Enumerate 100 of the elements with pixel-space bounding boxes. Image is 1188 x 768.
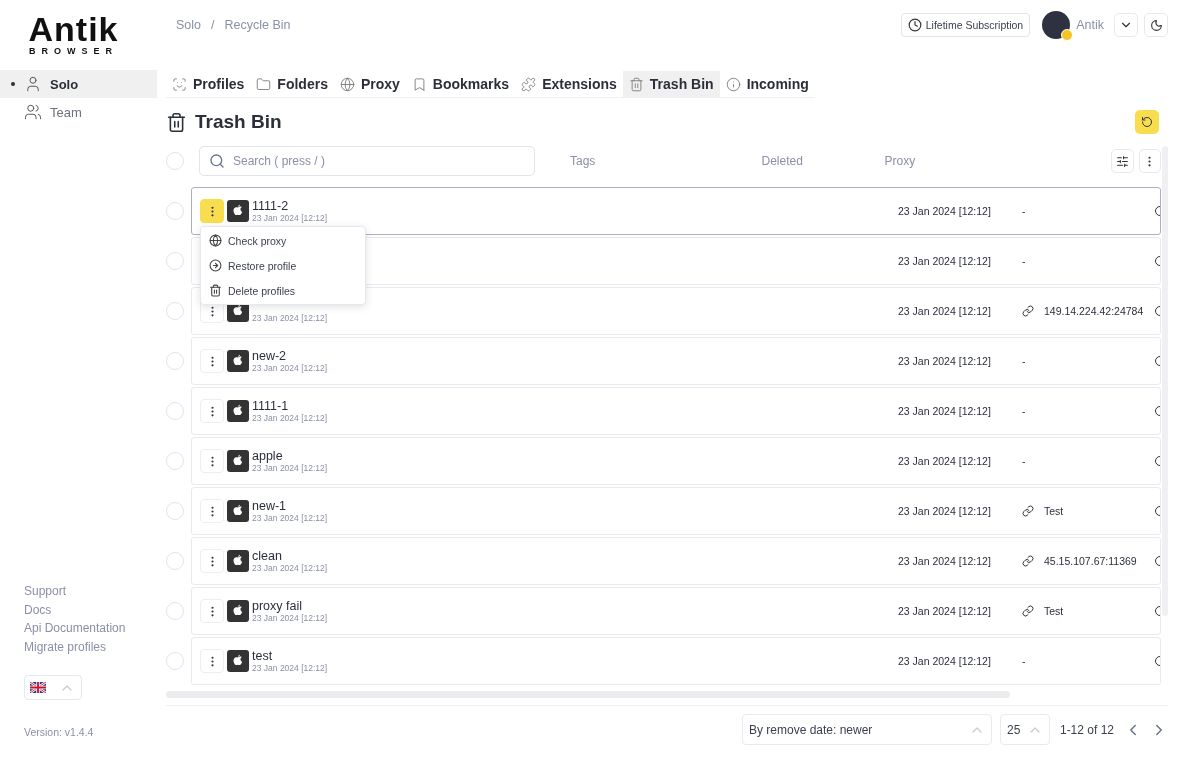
apple-icon — [227, 650, 249, 672]
tab[interactable]: Bookmarks — [405, 71, 516, 98]
profile-name: new-1 — [252, 498, 288, 513]
profile-date: 23 Jan 2024 [12:12] — [252, 562, 328, 574]
row-menu-button[interactable] — [200, 549, 224, 573]
trash-icon — [209, 284, 222, 297]
profile-name: test — [252, 648, 274, 663]
apple-icon — [227, 400, 249, 422]
apple-icon — [227, 350, 249, 372]
profile-date: 23 Jan 2024 [12:12] — [252, 462, 328, 474]
row-menu-button[interactable] — [200, 349, 224, 373]
table-cell: Test — [1044, 505, 1064, 517]
profile-date: 23 Jan 2024 [12:12] — [252, 312, 328, 324]
trash-icon — [628, 76, 644, 92]
table-cell-text: 23 Jan 2024 [12:12] — [898, 555, 992, 567]
sidebar-item[interactable]: Solo — [0, 70, 157, 98]
row-menu-button[interactable] — [200, 199, 224, 223]
bookmark-icon — [411, 76, 427, 92]
sort-select[interactable]: By remove date: newer — [741, 714, 992, 745]
table-cell: - — [1022, 355, 1026, 367]
table-cell-text: 23 Jan 2024 [12:12] — [898, 305, 992, 317]
table-cell-text: 23 Jan 2024 [12:12] — [898, 655, 992, 667]
tab[interactable]: Trash Bin — [622, 71, 720, 98]
dropdown-button[interactable] — [1114, 13, 1138, 37]
table-cell-text: 23 Jan 2024 [12:12] — [898, 205, 992, 217]
search-field[interactable]: Search ( press / ) — [199, 146, 535, 176]
profile-row[interactable]: test 23 Jan 2024 [12:12] 23 Jan 2024 [12:12] - — [191, 637, 1161, 685]
row-menu-button[interactable] — [200, 599, 224, 623]
profile-row[interactable]: 1111-2 23 Jan 2024 [12:12] 23 Jan 2024 [12:12] - — [191, 187, 1161, 235]
language-select[interactable] — [24, 675, 82, 700]
apple-icon — [227, 550, 249, 572]
moon-icon — [1149, 18, 1163, 32]
subscription-button[interactable]: Lifetime Subscription — [900, 13, 1031, 37]
profile-row[interactable]: apple 23 Jan 2024 [12:12] 23 Jan 2024 [12:12] - — [191, 437, 1161, 485]
profile-name: clean — [252, 548, 283, 563]
table-cell: - — [1022, 255, 1026, 267]
table-cell: 149.14.224.42:24784 — [1044, 305, 1144, 317]
tab[interactable]: Proxy — [333, 71, 406, 98]
tab[interactable]: Folders — [250, 71, 334, 98]
avatar[interactable] — [1042, 11, 1071, 39]
folder-icon — [256, 76, 272, 92]
info-icon — [725, 76, 741, 92]
user-name: Antik — [1076, 18, 1104, 32]
table-cell: Test — [1044, 605, 1064, 617]
apple-icon — [227, 200, 249, 222]
table-cell: 45.15.107.67:11369 — [1044, 555, 1137, 567]
row-menu-button[interactable] — [200, 499, 224, 523]
profile-row[interactable]: clean 23 Jan 2024 [12:12] 23 Jan 2024 [12:12] 45.15.107.67:11369 — [191, 537, 1161, 585]
logo: Antik BROWSER — [27, 9, 120, 58]
table-cell-text: 23 Jan 2024 [12:12] — [898, 605, 992, 617]
profile-name: apple — [252, 448, 284, 463]
row-menu-button[interactable] — [200, 449, 224, 473]
row-menu-button[interactable] — [200, 649, 224, 673]
menu-item[interactable]: Restore profile — [201, 253, 365, 278]
row-menu-button[interactable] — [200, 399, 224, 423]
puzzle-icon — [521, 76, 537, 92]
globe-icon — [209, 234, 222, 247]
face-scan-icon — [172, 76, 187, 92]
search-icon — [209, 153, 225, 169]
table-cell-text: 23 Jan 2024 [12:12] — [898, 505, 992, 517]
profile-row[interactable]: new-1 23 Jan 2024 [12:12] 23 Jan 2024 [12:12] Test — [191, 487, 1161, 535]
apple-icon — [227, 450, 249, 472]
refresh-icon — [1141, 116, 1153, 128]
trash-icon — [166, 111, 187, 133]
user-icon — [24, 75, 42, 93]
apple-icon — [227, 500, 249, 522]
tab[interactable]: Profiles — [166, 71, 251, 98]
tab[interactable]: Incoming — [719, 71, 815, 98]
table-cell: - — [1022, 405, 1026, 417]
profile-row[interactable]: 1111-1 23 Jan 2024 [12:12] 23 Jan 2024 [12:12] - — [191, 387, 1161, 435]
profile-name: 1111-2 — [252, 198, 290, 213]
column-header: Tags — [569, 154, 597, 168]
profile-date: 23 Jan 2024 [12:12] — [252, 512, 328, 524]
refresh-button[interactable] — [1135, 110, 1159, 134]
table-cell-text: 23 Jan 2024 [12:12] — [898, 255, 992, 267]
column-header: Proxy — [884, 154, 917, 168]
table-cell: - — [1022, 455, 1026, 467]
tab[interactable]: Extensions — [515, 71, 623, 98]
page-range: 1-12 of 12 — [1059, 722, 1114, 737]
profile-row[interactable]: proxy fail 23 Jan 2024 [12:12] 23 Jan 2024 [12:12] Test — [191, 587, 1161, 635]
page-size-select[interactable]: 25 — [999, 714, 1050, 745]
sidebar-item[interactable]: Team — [0, 98, 157, 126]
profile-row[interactable]: new-2 23 Jan 2024 [12:12] 23 Jan 2024 [12:12] - — [191, 337, 1161, 385]
table-cell-text: 23 Jan 2024 [12:12] — [898, 355, 992, 367]
table-cell-text: 23 Jan 2024 [12:12] — [898, 405, 992, 417]
theme-button[interactable] — [1144, 13, 1168, 37]
users-icon — [24, 103, 42, 121]
filter-button[interactable] — [1111, 149, 1134, 173]
profile-date: 23 Jan 2024 [12:12] — [252, 362, 328, 374]
profile-name: 1111-1 — [252, 398, 290, 413]
column-header: Deleted — [761, 154, 804, 168]
profile-name: new-2 — [252, 348, 288, 363]
profile-name: proxy fail — [252, 598, 304, 613]
page-title: Trash Bin — [195, 111, 282, 133]
table-cell: - — [1022, 205, 1026, 217]
apple-icon — [227, 600, 249, 622]
globe-icon — [339, 76, 355, 92]
sliders-icon — [1115, 154, 1129, 168]
breadcrumb-separator: / — [211, 18, 215, 32]
profile-date: 23 Jan 2024 [12:12] — [252, 212, 328, 224]
